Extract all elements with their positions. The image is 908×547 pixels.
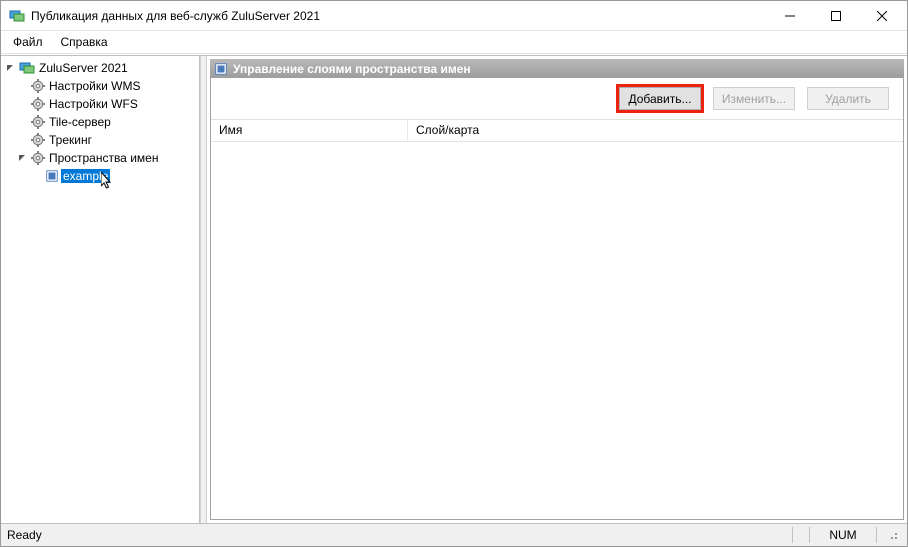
panel-body: Добавить... Изменить... Удалить Имя Слой…: [210, 78, 904, 520]
window-title: Публикация данных для веб-служб ZuluServ…: [31, 9, 767, 23]
tree-item-example[interactable]: example: [3, 167, 197, 185]
menu-file[interactable]: Файл: [5, 33, 51, 51]
menubar: Файл Справка: [1, 31, 907, 53]
add-button[interactable]: Добавить...: [619, 87, 701, 110]
minimize-button[interactable]: [767, 2, 813, 30]
collapse-icon[interactable]: [15, 154, 29, 163]
layer-icon: [214, 62, 228, 76]
splitter[interactable]: [200, 56, 207, 523]
gear-icon: [31, 115, 45, 129]
content: ZuluServer 2021 Настройки WMS Настройки …: [1, 55, 907, 524]
menu-help[interactable]: Справка: [53, 33, 116, 51]
gear-icon: [31, 97, 45, 111]
tree-pane: ZuluServer 2021 Настройки WMS Настройки …: [1, 56, 200, 523]
tree-item-namespaces[interactable]: Пространства имен: [3, 149, 197, 167]
app-icon: [9, 8, 25, 24]
tree-root-label: ZuluServer 2021: [37, 61, 130, 75]
divider: [792, 527, 793, 543]
collapse-icon[interactable]: [3, 64, 17, 73]
tree-item-tile[interactable]: Tile-сервер: [3, 113, 197, 131]
tree-tile-label: Tile-сервер: [47, 115, 113, 129]
titlebar: Публикация данных для веб-служб ZuluServ…: [1, 1, 907, 31]
main-pane: Управление слоями пространства имен Доба…: [207, 56, 907, 523]
tree-example-label: example: [61, 169, 110, 183]
delete-button[interactable]: Удалить: [807, 87, 889, 110]
tree-item-wms[interactable]: Настройки WMS: [3, 77, 197, 95]
tree-item-wfs[interactable]: Настройки WFS: [3, 95, 197, 113]
action-row: Добавить... Изменить... Удалить: [211, 78, 903, 120]
panel-header: Управление слоями пространства имен: [210, 59, 904, 78]
status-num: NUM: [818, 528, 868, 542]
panel-title: Управление слоями пространства имен: [233, 62, 471, 76]
status-ready: Ready: [7, 528, 784, 542]
tree-tracking-label: Трекинг: [47, 133, 94, 147]
table-body: [211, 142, 903, 519]
tree-wms-label: Настройки WMS: [47, 79, 143, 93]
divider: [809, 527, 810, 543]
window-controls: [767, 2, 905, 30]
app-window: Публикация данных для веб-служб ZuluServ…: [0, 0, 908, 547]
gear-icon: [31, 79, 45, 93]
layer-icon: [45, 169, 59, 183]
table-header: Имя Слой/карта: [211, 120, 903, 142]
gear-icon: [31, 151, 45, 165]
close-button[interactable]: [859, 2, 905, 30]
resize-grip[interactable]: [885, 527, 901, 544]
column-layer[interactable]: Слой/карта: [408, 120, 903, 141]
gear-icon: [31, 133, 45, 147]
tree-root[interactable]: ZuluServer 2021: [3, 59, 197, 77]
tree-namespaces-label: Пространства имен: [47, 151, 160, 165]
edit-button[interactable]: Изменить...: [713, 87, 795, 110]
divider: [876, 527, 877, 543]
maximize-button[interactable]: [813, 2, 859, 30]
server-icon: [19, 60, 35, 76]
tree-item-tracking[interactable]: Трекинг: [3, 131, 197, 149]
statusbar: Ready NUM: [1, 524, 907, 546]
tree-wfs-label: Настройки WFS: [47, 97, 140, 111]
column-name[interactable]: Имя: [211, 120, 408, 141]
